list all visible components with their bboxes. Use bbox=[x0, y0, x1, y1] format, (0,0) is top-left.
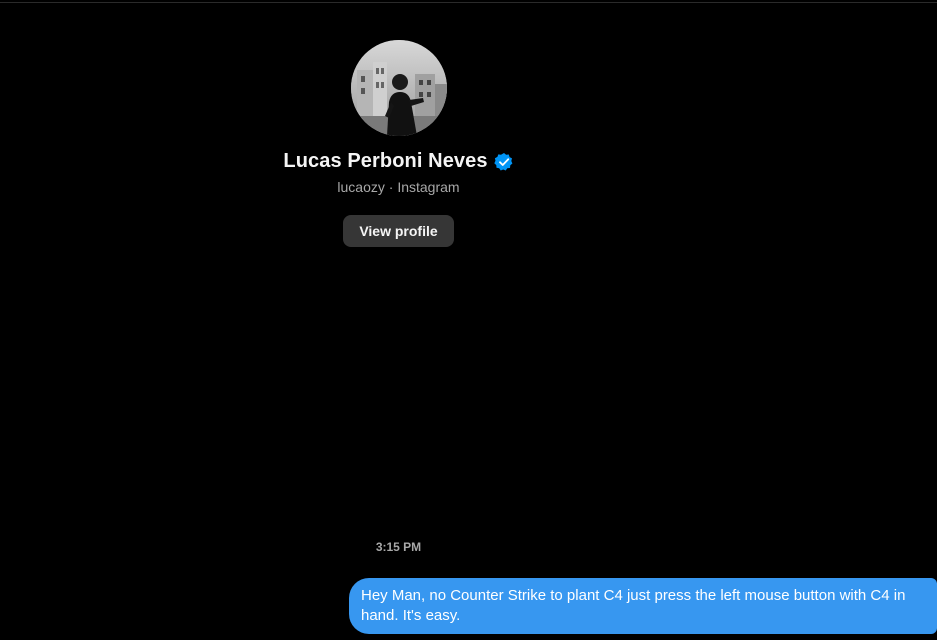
profile-username: lucaozy bbox=[337, 179, 385, 195]
chat-window: Lucas Perboni Neves lucaozy · Instagram … bbox=[0, 0, 937, 640]
subline-separator: · bbox=[384, 179, 398, 195]
outgoing-message-bubble[interactable]: Hey Man, no Counter Strike to plant C4 j… bbox=[349, 578, 937, 634]
profile-name: Lucas Perboni Neves bbox=[283, 150, 488, 172]
message-timestamp: 3:15 PM bbox=[375, 540, 422, 554]
profile-header: Lucas Perboni Neves lucaozy · Instagram … bbox=[0, 40, 797, 247]
verified-badge-icon bbox=[493, 152, 514, 172]
profile-subline: lucaozy · Instagram bbox=[337, 179, 459, 195]
profile-platform: Instagram bbox=[397, 179, 460, 195]
view-profile-button[interactable]: View profile bbox=[343, 215, 454, 247]
avatar[interactable] bbox=[350, 40, 447, 136]
top-divider bbox=[0, 2, 937, 3]
avatar-photo bbox=[350, 40, 447, 136]
profile-name-row: Lucas Perboni Neves bbox=[283, 150, 513, 173]
